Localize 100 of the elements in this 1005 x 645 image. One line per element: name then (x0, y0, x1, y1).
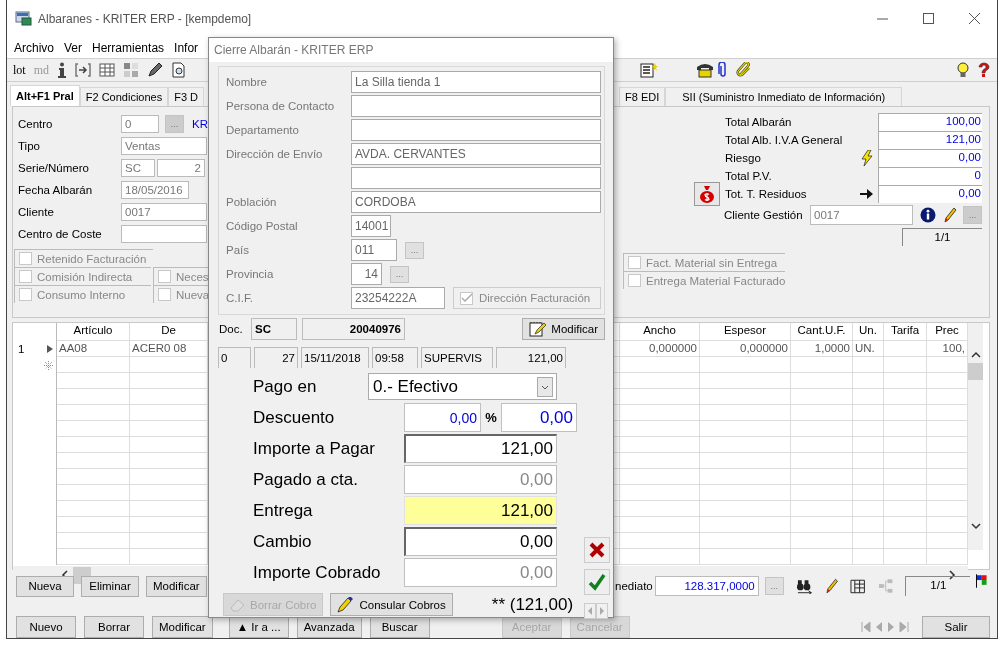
link[interactable]: KR (192, 118, 208, 130)
field-label: Doc. (219, 323, 244, 335)
checkbox-label: Dirección Facturación (479, 292, 591, 304)
tab[interactable]: SII (Suministro Inmediato de Información) (665, 87, 903, 106)
input-field[interactable]: 0,00 (501, 403, 577, 432)
date-field[interactable]: 18/05/2016 (121, 181, 189, 199)
browse-button[interactable]: ... (764, 577, 784, 595)
tab[interactable]: F2 Condiciones (79, 87, 169, 106)
tab[interactable]: F3 D (168, 87, 205, 106)
grid-button[interactable]: Modificar (146, 575, 207, 597)
accept-button[interactable] (584, 569, 610, 595)
payment-dropdown[interactable]: 0.- Efectivo (368, 373, 557, 400)
column-header[interactable]: Espesor (700, 323, 791, 341)
input-field[interactable]: La Silla tienda 1 (351, 71, 601, 93)
input-field[interactable] (351, 95, 601, 117)
field-label: Provincia (226, 268, 274, 280)
tab[interactable]: F8 EDI (619, 87, 666, 106)
table-cell (791, 485, 853, 501)
bracket-arrow-icon[interactable] (75, 62, 91, 78)
amount-field[interactable]: 121,00 (404, 496, 557, 525)
binoculars-icon[interactable] (795, 578, 813, 594)
input-field[interactable]: 2 (157, 159, 205, 177)
column-header[interactable]: Un. (853, 323, 884, 341)
edit-button[interactable]: Modificar (522, 318, 605, 340)
table-icon[interactable] (99, 62, 115, 78)
input-field[interactable]: 128.317,0000 (654, 576, 759, 596)
browse-button[interactable]: ... (405, 241, 424, 259)
input-field[interactable] (351, 119, 601, 141)
table-cell (853, 405, 884, 421)
input-field[interactable]: Ventas (121, 137, 207, 155)
action-button[interactable]: Buscar (369, 616, 430, 638)
cancel-button[interactable] (584, 537, 610, 563)
tab[interactable]: Alt+F1 Pral (10, 85, 80, 106)
notes-icon[interactable] (640, 62, 658, 78)
table-cell (791, 549, 853, 565)
scroll-up-icon[interactable] (970, 351, 981, 359)
input-field[interactable]: 14 (351, 263, 382, 285)
menu-item[interactable]: Herramientas (92, 40, 165, 55)
phone-icon[interactable] (696, 62, 714, 78)
query-button[interactable]: Consular Cobros (330, 593, 453, 616)
scrollbar-thumb[interactable] (968, 363, 983, 380)
field-label: Descuento (253, 407, 336, 428)
input-field[interactable]: 23254222A (351, 287, 445, 309)
menu-item[interactable]: Archivo (14, 40, 54, 55)
flag-icon[interactable] (976, 574, 987, 588)
action-button[interactable]: Nuevo (16, 616, 76, 638)
table-cell (853, 501, 884, 517)
pen-icon[interactable] (943, 207, 957, 223)
document-search-icon[interactable] (171, 62, 187, 78)
paperclip-icon[interactable] (718, 62, 728, 78)
input-field[interactable]: 0 (121, 115, 159, 133)
table-cell (791, 533, 853, 549)
total-label: Riesgo (725, 152, 762, 164)
grid-button[interactable]: Eliminar (81, 575, 139, 597)
action-button[interactable]: Borrar (84, 616, 144, 638)
input-field[interactable]: AVDA. CERVANTES (351, 143, 601, 165)
input-field[interactable] (351, 167, 601, 189)
info-icon[interactable] (57, 62, 67, 78)
vertical-scrollbar[interactable] (968, 323, 983, 550)
column-header[interactable]: Cant.U.F. (791, 323, 853, 341)
action-button[interactable]: ▲ Ir a ... (228, 616, 289, 638)
amount-field[interactable]: 0,00 (404, 527, 557, 556)
light-bulb-icon[interactable] (955, 62, 971, 78)
input-field[interactable]: 14001 (351, 215, 391, 237)
menu-item[interactable]: Ver (64, 40, 83, 55)
input-field[interactable]: 0017 (121, 203, 207, 221)
amount-field[interactable]: 121,00 (404, 434, 557, 463)
pen-icon[interactable] (147, 62, 163, 78)
money-bag-button[interactable] (694, 182, 720, 206)
menu-item[interactable]: Infor (174, 40, 199, 55)
exit-button[interactable]: Salir (922, 616, 990, 638)
columns-icon[interactable] (850, 578, 866, 594)
action-button[interactable]: Avanzada (296, 616, 362, 638)
table-cell (853, 389, 884, 405)
field-label: Cambio (253, 531, 313, 552)
input-field[interactable] (121, 225, 207, 243)
info-icon[interactable] (920, 207, 936, 223)
column-header[interactable]: Tarifa (884, 323, 927, 341)
grid-button[interactable]: Nueva (16, 575, 74, 597)
input-field[interactable]: 0,00 (404, 403, 481, 432)
percent-symbol: % (484, 410, 498, 425)
toolbar-text-icon[interactable]: lot (13, 62, 26, 78)
input-field[interactable]: 011 (351, 239, 397, 261)
checkbox-label: Fact. Material sin Entrega (646, 256, 778, 269)
help-icon[interactable] (977, 62, 991, 78)
total-label: Total Alb. I.V.A General (725, 134, 844, 146)
paperclip-icon[interactable] (736, 62, 752, 78)
scroll-right-icon[interactable] (948, 570, 956, 580)
grid-icon[interactable] (123, 62, 139, 78)
column-header[interactable]: Artículo (57, 323, 130, 341)
field-label: Nombre (226, 76, 267, 88)
pen-icon[interactable] (825, 578, 839, 594)
action-button[interactable]: Modificar (152, 616, 213, 638)
browse-button[interactable]: ... (390, 265, 409, 283)
input-field[interactable]: SC (121, 159, 155, 177)
input-field[interactable]: 0017 (810, 205, 913, 225)
scroll-down-icon[interactable] (970, 522, 981, 530)
table-cell (791, 421, 853, 437)
column-header[interactable]: Ancho (620, 323, 700, 341)
input-field[interactable]: CORDOBA (351, 191, 601, 213)
